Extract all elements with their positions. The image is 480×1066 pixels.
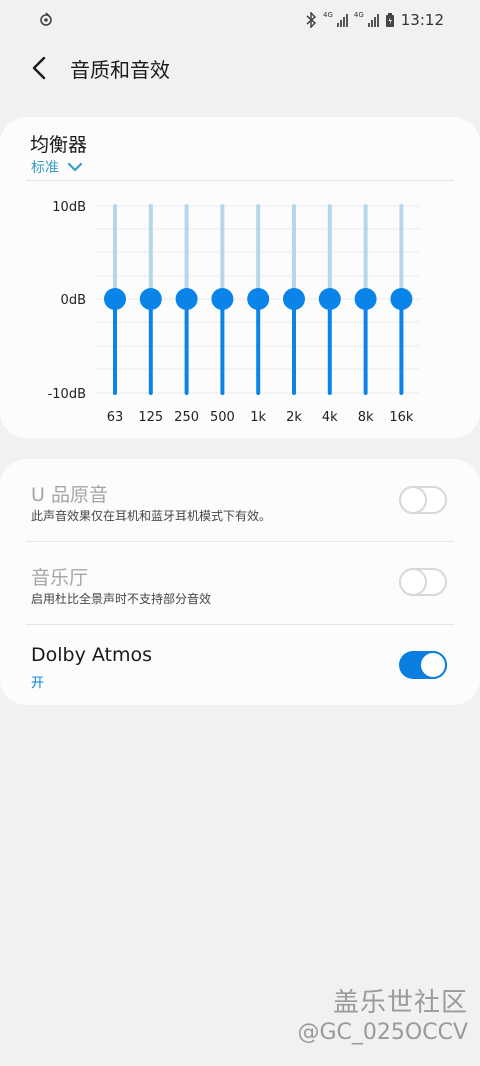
equalizer-graph: 10dB 0dB -10dB 63 125 250 500 1k 2k 4k 8k 16k [48, 200, 420, 425]
dolby-atmos-toggle[interactable] [399, 651, 447, 679]
uhq-toggle[interactable] [399, 486, 447, 514]
option-title: U 品原音 [31, 484, 108, 506]
signal-icon-2 [367, 13, 379, 27]
watermark-handle: @GC_025OCCV [297, 1020, 469, 1045]
sound-options-card: U 品原音 此声音效果仅在耳机和蓝牙耳机模式下有效。 音乐厅 启用杜比全景声时不… [0, 459, 480, 705]
watermark-brand: 盖乐世社区 [332, 988, 468, 1018]
equalizer-freq-label: 500 [210, 410, 235, 425]
bluetooth-icon [306, 12, 317, 28]
status-time: 13:12 [400, 11, 444, 29]
equalizer-slider-250[interactable] [175, 288, 198, 310]
option-title: 音乐厅 [31, 567, 89, 589]
equalizer-freq-label: 4k [322, 410, 338, 425]
equalizer-slider-500[interactable] [211, 288, 234, 310]
equalizer-slider-63[interactable] [104, 288, 126, 310]
toggle-knob [419, 651, 447, 679]
network-type-label-2: 4G [353, 10, 364, 19]
network-type-label: 4G [322, 10, 333, 19]
signal-icon [336, 13, 348, 27]
page-title: 音质和音效 [70, 58, 170, 82]
equalizer-slider-125[interactable] [139, 288, 162, 310]
app-header: 音质和音效 [0, 40, 480, 100]
equalizer-db-label: 0dB [61, 293, 86, 308]
option-row-concert-hall[interactable]: 音乐厅 启用杜比全景声时不支持部分音效 [0, 542, 480, 624]
option-title: Dolby Atmos [31, 644, 153, 666]
option-row-dolby-atmos[interactable]: Dolby Atmos 开 [0, 625, 480, 705]
status-icons: 4G 4G 13:12 [305, 10, 444, 30]
notification-icon [40, 12, 52, 26]
equalizer-slider-1k[interactable] [247, 288, 270, 310]
equalizer-card: 均衡器 标准 10dB 0dB -10dB 63 125 250 500 1k 2k 4k 8k 16… [0, 117, 480, 438]
equalizer-db-label: -10dB [48, 387, 86, 402]
option-row-uhq[interactable]: U 品原音 此声音效果仅在耳机和蓝牙耳机模式下有效。 [0, 459, 480, 541]
equalizer-freq-label: 8k [358, 410, 374, 425]
equalizer-slider-16k[interactable] [390, 288, 413, 310]
equalizer-slider-4k[interactable] [318, 288, 341, 310]
equalizer-slider-8k[interactable] [354, 288, 377, 310]
equalizer-freq-label: 250 [174, 410, 199, 425]
equalizer-db-label: 10dB [52, 200, 86, 215]
concert-hall-toggle[interactable] [399, 568, 447, 596]
equalizer-freq-label: 16k [389, 410, 414, 425]
equalizer-freq-label: 1k [250, 410, 266, 425]
option-subtitle: 开 [31, 676, 45, 691]
equalizer-freq-label: 63 [107, 410, 124, 425]
equalizer-freq-label: 125 [138, 410, 163, 425]
option-subtitle: 启用杜比全景声时不支持部分音效 [31, 592, 212, 606]
back-arrow-icon[interactable] [26, 54, 54, 82]
toggle-knob [399, 486, 427, 514]
equalizer-freq-label: 2k [286, 410, 302, 425]
equalizer-slider-2k[interactable] [283, 288, 305, 310]
status-bar: 4G 4G 13:12 [0, 0, 480, 40]
battery-icon [385, 13, 394, 27]
toggle-knob [399, 568, 427, 596]
option-subtitle: 此声音效果仅在耳机和蓝牙耳机模式下有效。 [31, 509, 272, 523]
